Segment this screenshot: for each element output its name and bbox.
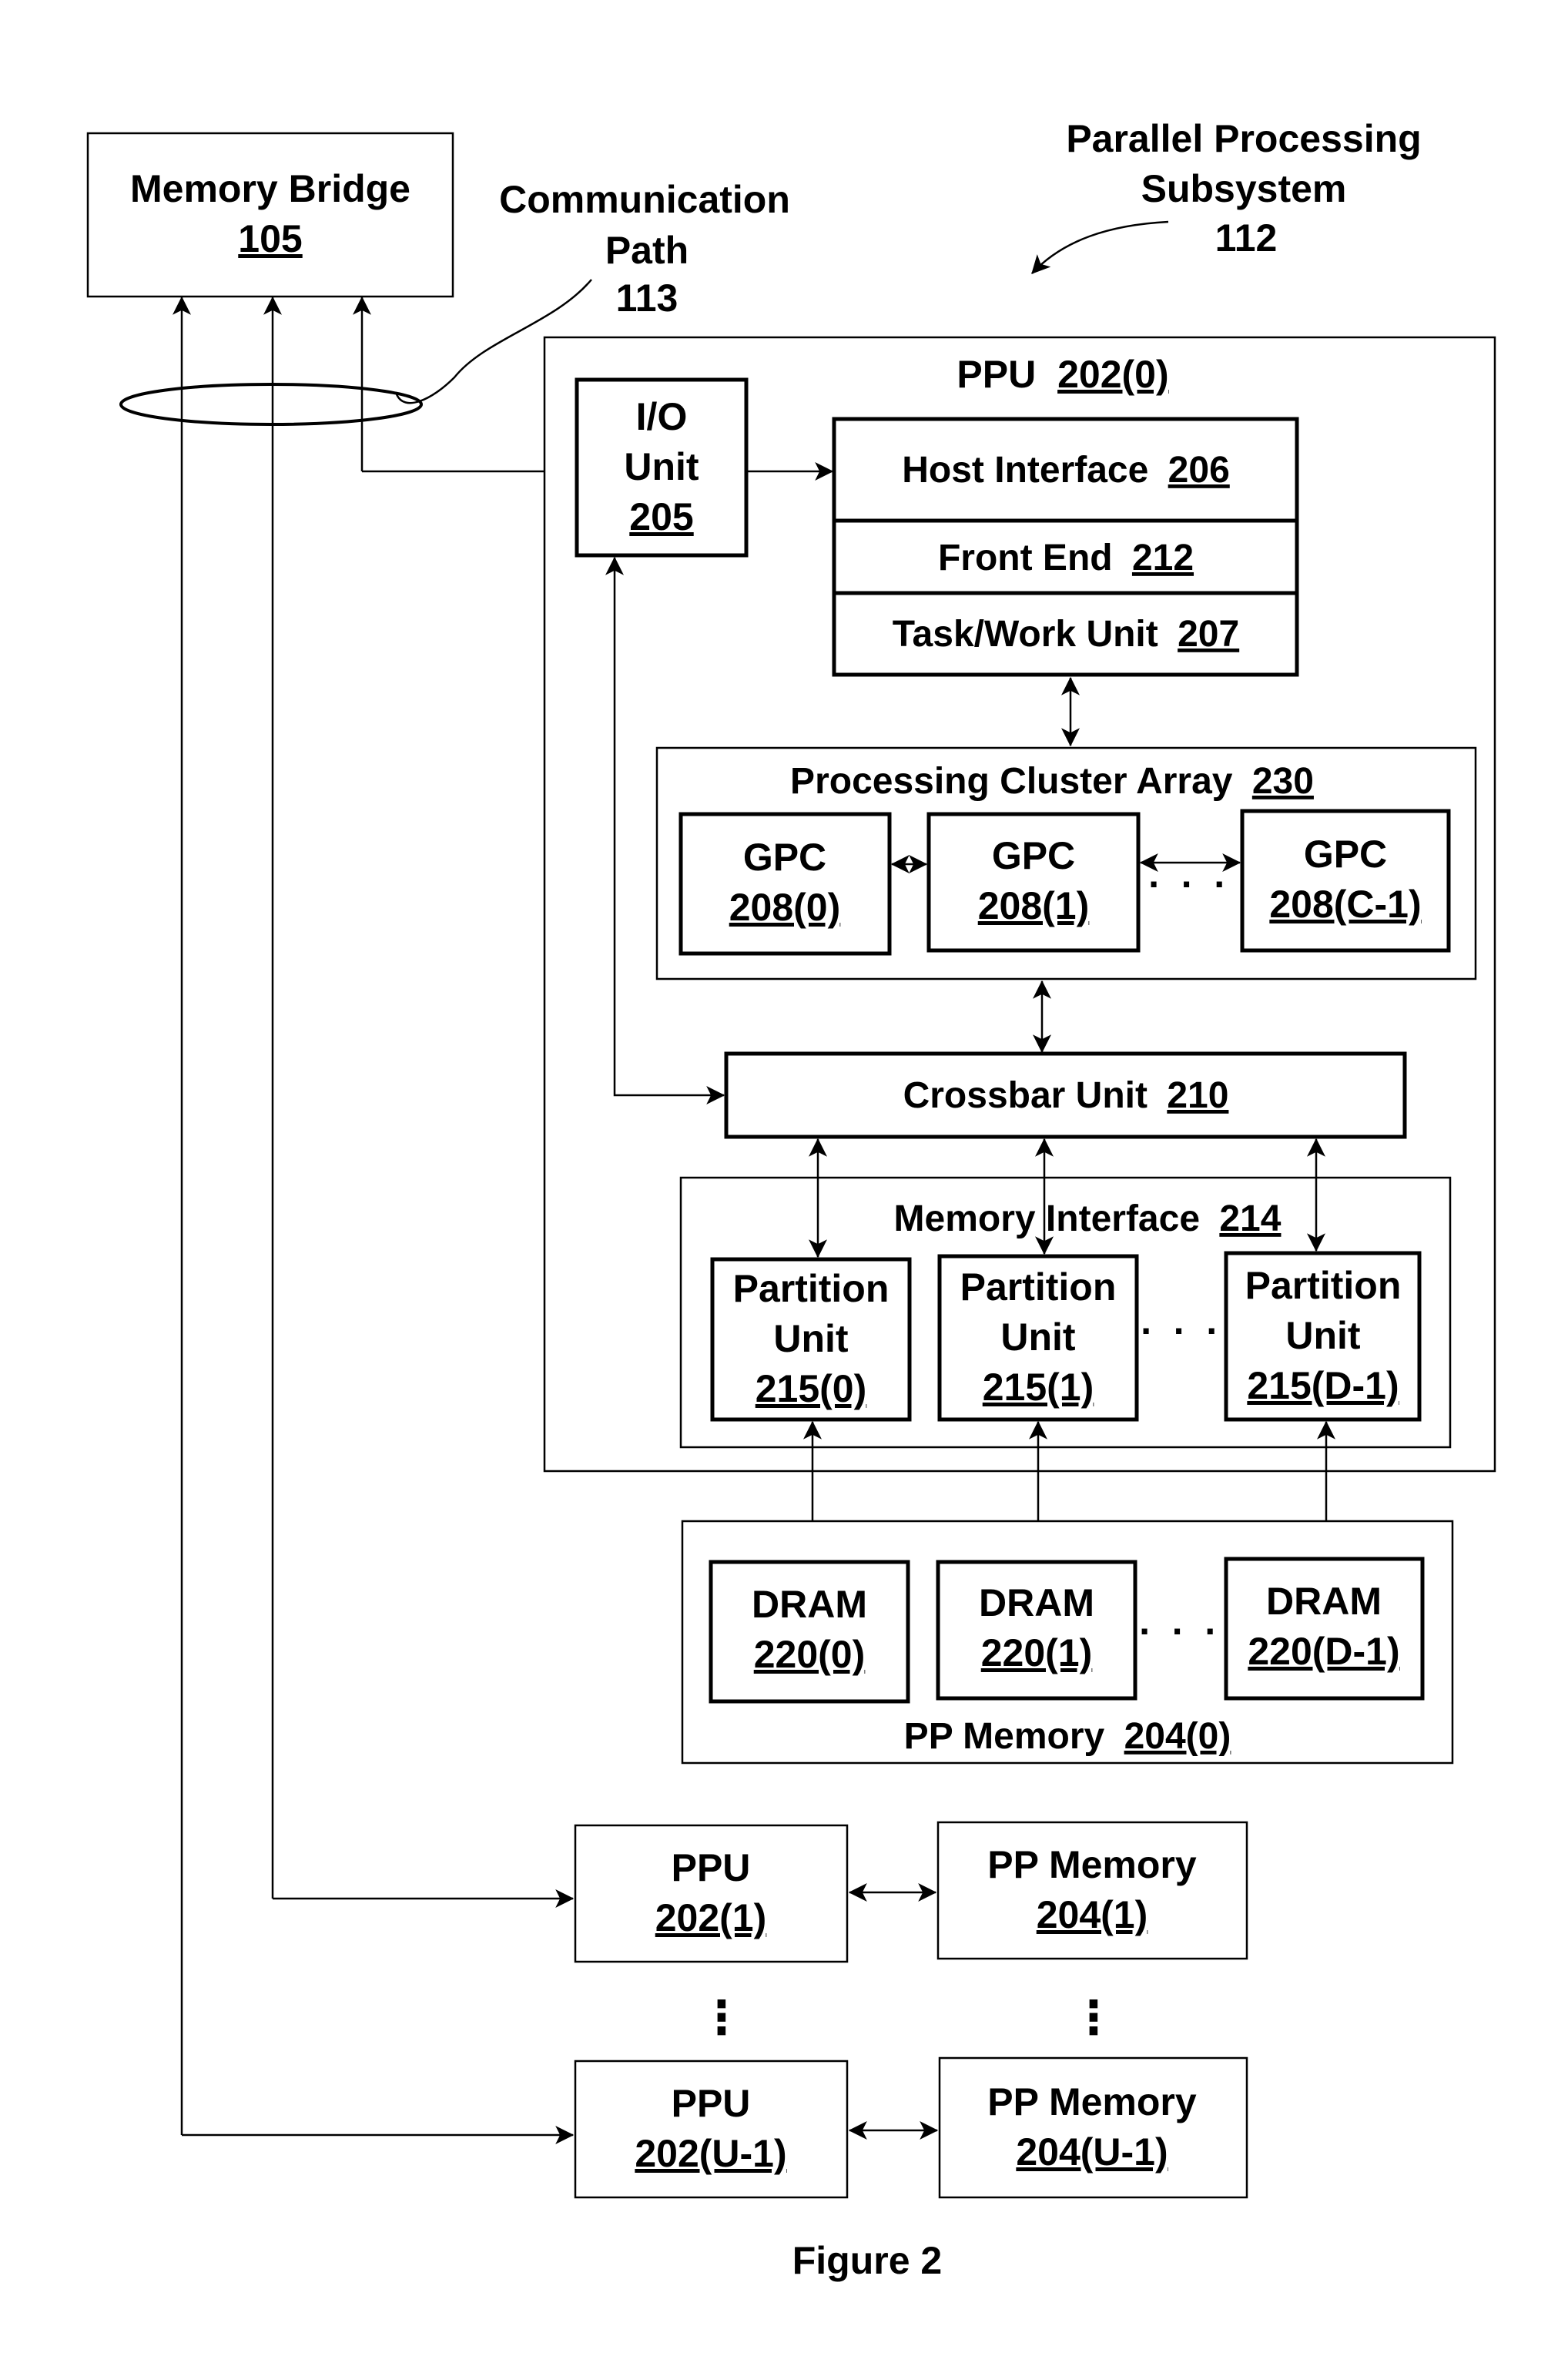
dram-ellipsis: · · · bbox=[1139, 1610, 1222, 1653]
gpc-1-box[interactable]: GPC 208(1) bbox=[926, 812, 1141, 953]
partition-1-line1: Partition bbox=[960, 1265, 1117, 1309]
mem-vertical-ellipsis: ⋮ bbox=[1070, 1992, 1117, 2043]
partition-ellipsis: · · · bbox=[1141, 1309, 1224, 1352]
partition-0-ref: 215(0) bbox=[756, 1367, 867, 1410]
gpc-1-name: GPC bbox=[992, 834, 1075, 877]
partition-0-line1: Partition bbox=[733, 1267, 890, 1310]
svg-text:Crossbar Unit 210: Crossbar Unit 210 bbox=[903, 1075, 1229, 1116]
front-end-cell[interactable]: Front End 212 bbox=[938, 538, 1194, 578]
partition-1-ref: 215(1) bbox=[983, 1366, 1094, 1409]
partition-0-line2: Unit bbox=[773, 1317, 849, 1360]
dram-0-box[interactable]: DRAM 220(0) bbox=[709, 1560, 910, 1704]
figure-caption: Figure 2 bbox=[792, 2239, 942, 2282]
subsystem-label-line2: Subsystem bbox=[1141, 167, 1347, 210]
comm-path-label: Communication Path 113 bbox=[499, 178, 790, 320]
partition-d-1-line2: Unit bbox=[1285, 1314, 1361, 1357]
svg-text:Front End 212: Front End 212 bbox=[938, 538, 1194, 578]
ppu-u-1-box[interactable]: PPU 202(U-1) bbox=[574, 2060, 849, 2199]
partition-1-line2: Unit bbox=[1000, 1316, 1076, 1359]
pp-memory-1-box[interactable]: PP Memory 204(1) bbox=[936, 1821, 1248, 1960]
crossbar-unit-box[interactable]: Crossbar Unit 210 bbox=[724, 1051, 1407, 1139]
gpc-0-ref: 208(0) bbox=[729, 886, 841, 929]
dram-d-1-box[interactable]: DRAM 220(D-1) bbox=[1224, 1557, 1425, 1701]
ppu0-name: PPU bbox=[957, 353, 1036, 396]
partition-d-1-line1: Partition bbox=[1245, 1264, 1402, 1307]
host-interface-cell[interactable]: Host Interface 206 bbox=[902, 450, 1230, 491]
ppu-u-1-ref: 202(U-1) bbox=[635, 2132, 786, 2175]
ppu0-ref: 202(0) bbox=[1057, 353, 1169, 396]
ppu-1-name: PPU bbox=[672, 1846, 751, 1889]
gpc-0-name: GPC bbox=[743, 836, 826, 879]
dram-0-name: DRAM bbox=[752, 1583, 867, 1626]
subsystem-label-line1: Parallel Processing bbox=[1066, 117, 1421, 160]
dram-d-1-name: DRAM bbox=[1266, 1580, 1382, 1623]
host-interface-name: Host Interface bbox=[902, 450, 1148, 491]
partition-unit-d-1-box[interactable]: Partition Unit 215(D-1) bbox=[1224, 1251, 1422, 1422]
dram-d-1-ref: 220(D-1) bbox=[1248, 1630, 1399, 1673]
task-work-unit-cell[interactable]: Task/Work Unit 207 bbox=[893, 614, 1239, 655]
pp-memory-u-1-ref: 204(U-1) bbox=[1016, 2130, 1168, 2174]
io-unit-ref: 205 bbox=[629, 495, 693, 538]
dram-1-box[interactable]: DRAM 220(1) bbox=[936, 1560, 1137, 1701]
io-unit-line1: I/O bbox=[636, 395, 688, 438]
task-work-unit-ref: 207 bbox=[1178, 614, 1239, 655]
partition-unit-0-box[interactable]: Partition Unit 215(0) bbox=[710, 1257, 912, 1422]
ppu-u-1-name: PPU bbox=[672, 2082, 751, 2125]
subsystem-label: Parallel Processing Subsystem 112 bbox=[1066, 117, 1421, 260]
comm-path-label-ref: 113 bbox=[616, 277, 678, 320]
front-end-ref: 212 bbox=[1132, 538, 1194, 578]
dram-0-ref: 220(0) bbox=[754, 1633, 866, 1676]
pp-memory-1-name: PP Memory bbox=[987, 1843, 1197, 1886]
ppu-1-ref: 202(1) bbox=[655, 1896, 767, 1939]
pp-memory-0-name: PP Memory bbox=[904, 1716, 1105, 1757]
gpc-0-box[interactable]: GPC 208(0) bbox=[678, 812, 892, 956]
pp-memory-u-1-name: PP Memory bbox=[987, 2080, 1197, 2123]
subsystem-pointer-arrow bbox=[1031, 220, 1169, 274]
memory-bridge-ref: 105 bbox=[238, 217, 302, 260]
memory-interface-ref: 214 bbox=[1219, 1198, 1281, 1239]
pp-memory-1-ref: 204(1) bbox=[1037, 1893, 1148, 1936]
partition-d-1-ref: 215(D-1) bbox=[1247, 1364, 1399, 1407]
dram-1-name: DRAM bbox=[979, 1581, 1094, 1624]
io-unit-box[interactable]: I/O Unit 205 bbox=[575, 377, 749, 558]
comm-path-label-line2: Path bbox=[605, 229, 689, 272]
crossbar-name: Crossbar Unit bbox=[903, 1075, 1148, 1116]
pp-memory-0-ref: 204(0) bbox=[1124, 1716, 1231, 1757]
comm-path-label-line1: Communication bbox=[499, 178, 790, 221]
gpc-c-1-ref: 208(C-1) bbox=[1269, 883, 1421, 926]
pca-ref: 230 bbox=[1252, 761, 1314, 802]
front-end-name: Front End bbox=[938, 538, 1113, 578]
svg-text:Processing Cluster Array: Processing Cluster Array 230 bbox=[790, 761, 1314, 802]
crossbar-ref: 210 bbox=[1167, 1075, 1228, 1116]
ppu-block-diagram: Parallel Processing Subsystem 112 Commun… bbox=[86, 117, 1496, 2282]
task-work-unit-name: Task/Work Unit bbox=[893, 614, 1158, 655]
gpc-c-1-box[interactable]: GPC 208(C-1) bbox=[1240, 809, 1451, 953]
svg-text:PPU 202(0): PPU 202(0) bbox=[957, 353, 1168, 396]
svg-text:Memory Interface 214: Memory Interface 214 bbox=[894, 1198, 1282, 1239]
io-unit-line2: Unit bbox=[624, 445, 699, 488]
host-interface-ref: 206 bbox=[1168, 450, 1230, 491]
dram-1-ref: 220(1) bbox=[981, 1631, 1093, 1674]
subsystem-label-ref: 112 bbox=[1215, 216, 1278, 260]
ppu-1-box[interactable]: PPU 202(1) bbox=[574, 1824, 849, 1963]
memory-bridge-box[interactable]: Memory Bridge 105 bbox=[86, 132, 454, 298]
partition-unit-1-box[interactable]: Partition Unit 215(1) bbox=[937, 1254, 1139, 1422]
ppu-vertical-ellipsis: ⋮ bbox=[699, 1992, 745, 2043]
comm-path-ellipse bbox=[119, 383, 423, 426]
pp-memory-u-1-box[interactable]: PP Memory 204(U-1) bbox=[938, 2056, 1248, 2199]
svg-text:Task/Work Unit 207: Task/Work Unit 207 bbox=[893, 614, 1239, 655]
pca-name: Processing Cluster Array bbox=[790, 761, 1233, 802]
gpc-1-ref: 208(1) bbox=[978, 884, 1090, 927]
gpc-ellipsis: · · · bbox=[1148, 863, 1231, 906]
memory-interface-name: Memory Interface bbox=[894, 1198, 1200, 1239]
memory-bridge-name: Memory Bridge bbox=[130, 167, 410, 210]
gpc-c-1-name: GPC bbox=[1304, 833, 1387, 876]
svg-text:Host Interface 206: Host Interface 206 bbox=[902, 450, 1230, 491]
svg-text:PP Memory 204(0): PP Memory 204(0) bbox=[904, 1716, 1231, 1757]
